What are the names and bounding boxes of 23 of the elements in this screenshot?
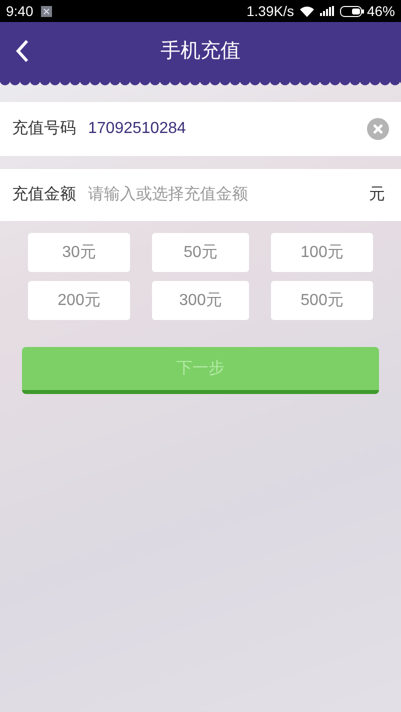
battery-percent: 46% [366, 2, 395, 20]
status-time: 9:40 [6, 2, 34, 20]
close-icon [373, 124, 383, 134]
signal-icon [320, 6, 334, 16]
page-title: 手机充值 [160, 39, 240, 64]
amount-option[interactable]: 500元 [271, 281, 373, 320]
notification-icon [41, 6, 52, 16]
amount-option[interactable]: 100元 [271, 233, 373, 272]
back-icon [15, 39, 29, 63]
amount-option[interactable]: 30元 [28, 233, 130, 272]
amount-option[interactable]: 300元 [152, 281, 249, 320]
battery-icon [340, 6, 364, 16]
amount-field[interactable]: 充值金额 请输入或选择充值金额 元 [0, 169, 401, 221]
field-label: 充值金额 [12, 184, 76, 205]
amount-option[interactable]: 50元 [152, 233, 249, 272]
wifi-icon [300, 6, 314, 16]
amount-option[interactable]: 200元 [28, 281, 130, 320]
field-label: 充值号码 [12, 118, 76, 139]
unit-label: 元 [369, 185, 385, 205]
phone-input[interactable]: 17092510284 [88, 117, 367, 141]
phone-field[interactable]: 充值号码 17092510284 [0, 102, 401, 156]
network-speed: 1.39K/s [246, 2, 294, 20]
amount-input[interactable]: 请输入或选择充值金额 [88, 183, 369, 207]
